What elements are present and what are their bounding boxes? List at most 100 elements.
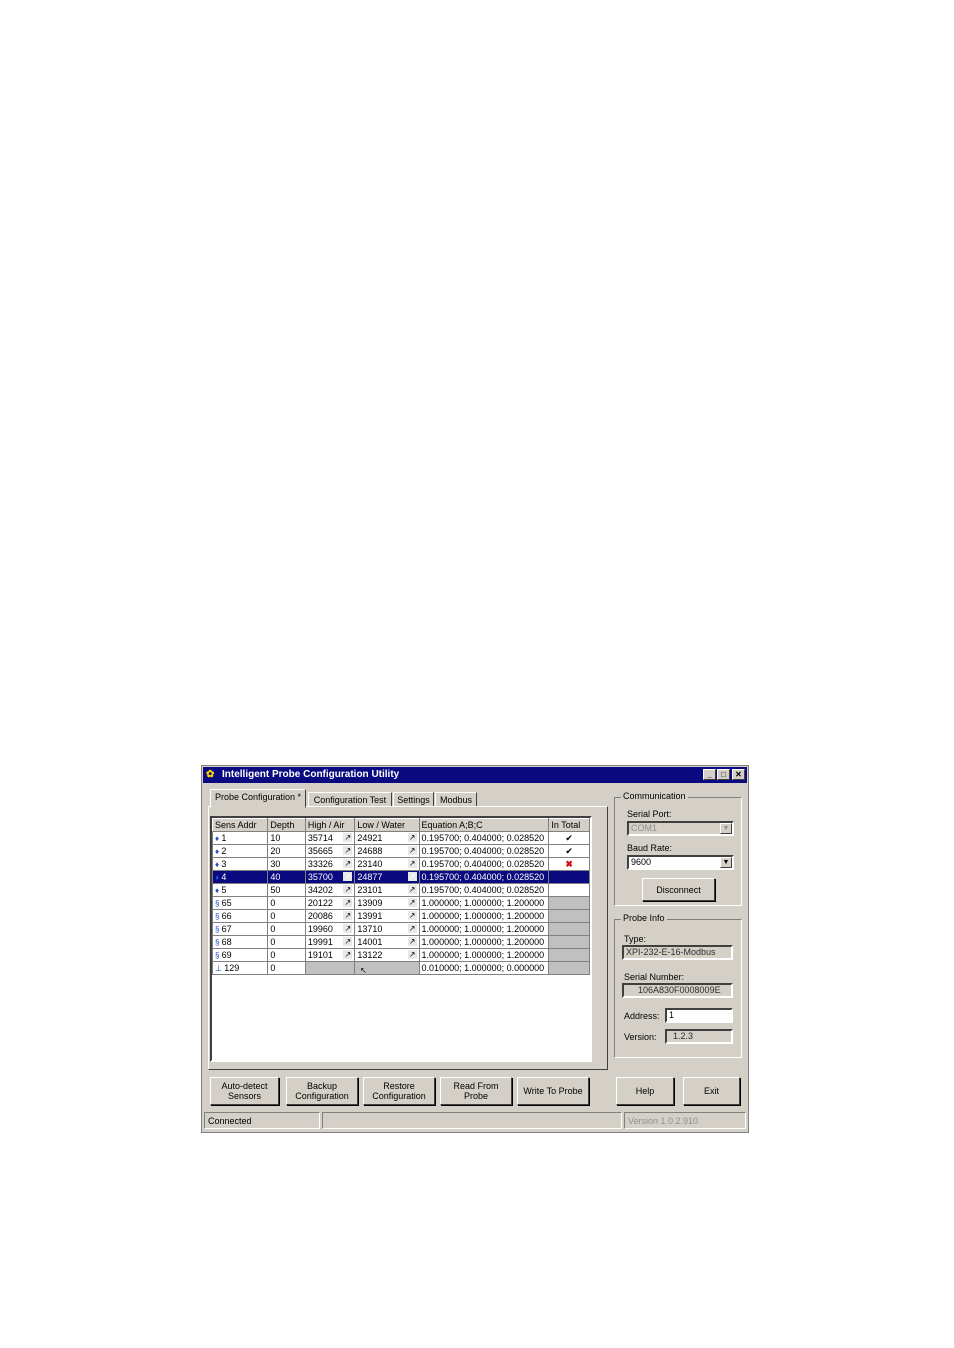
calibrate-icon[interactable]: ↗ xyxy=(343,949,353,959)
cell-high-air[interactable]: ↗ 19101 xyxy=(304,948,356,962)
calibrate-icon[interactable]: ↗ xyxy=(407,936,417,946)
col-low-water[interactable]: Low / Water xyxy=(354,818,420,832)
minimize-button[interactable]: _ xyxy=(703,769,716,780)
serial-port-select[interactable]: COM1 ▼ xyxy=(627,821,734,836)
close-button[interactable]: ✕ xyxy=(732,769,745,780)
cell-in-total[interactable]: ✔ xyxy=(548,831,590,845)
calibrate-icon[interactable]: ↗ xyxy=(407,923,417,933)
table-row[interactable]: § 65 0 ↗ 20122 ↗ 13909 1.000000; 1.000000; 1.2… xyxy=(211,896,590,910)
baud-rate-select[interactable]: 9600 ▼ xyxy=(627,855,734,870)
cell-sens-addr[interactable]: ♦ 4 xyxy=(211,870,269,884)
cell-equation[interactable]: 0.195700; 0.404000; 0.028520 xyxy=(418,883,550,897)
cell-equation[interactable]: 1.000000; 1.000000; 1.200000 xyxy=(418,896,550,910)
table-row[interactable]: ⊥ 129 0 0.010000; 1.000000; 0.000000 xyxy=(211,961,590,975)
calibrate-icon[interactable]: ↗ xyxy=(343,923,353,933)
calibrate-icon[interactable]: ↗ xyxy=(407,858,417,868)
col-in-total[interactable]: In Total xyxy=(548,818,590,832)
col-sens-addr[interactable]: Sens Addr xyxy=(211,818,269,832)
cell-depth[interactable]: 10 xyxy=(267,831,306,845)
cell-in-total[interactable] xyxy=(548,896,590,910)
cell-depth[interactable]: 20 xyxy=(267,844,306,858)
cell-high-air[interactable]: ↗ 20086 xyxy=(304,909,356,923)
table-row[interactable]: ♦ 3 30 ↗ 33326 ↗ 23140 0.195700; 0.404000; 0.0… xyxy=(211,857,590,871)
table-row[interactable]: § 67 0 ↗ 19960 ↗ 13710 1.000000; 1.000000; 1.2… xyxy=(211,922,590,936)
cell-depth[interactable]: 0 xyxy=(267,896,306,910)
cell-sens-addr[interactable]: § 69 xyxy=(211,948,269,962)
calibrate-icon[interactable]: ↗ xyxy=(407,949,417,959)
cell-sens-addr[interactable]: ♦ 1 xyxy=(211,831,269,845)
cell-low-water[interactable]: ↗ 13909 xyxy=(354,896,420,910)
cell-depth[interactable]: 0 xyxy=(267,909,306,923)
address-input[interactable]: 1 xyxy=(665,1008,733,1023)
exit-button[interactable]: Exit xyxy=(683,1077,740,1105)
maximize-button[interactable]: □ xyxy=(717,769,730,780)
cell-in-total[interactable] xyxy=(548,883,590,897)
cell-sens-addr[interactable]: ♦ 5 xyxy=(211,883,269,897)
chevron-down-icon[interactable]: ▼ xyxy=(720,857,732,868)
cell-high-air[interactable]: ↗ 34202 xyxy=(304,883,356,897)
read-from-probe-button[interactable]: Read From Probe xyxy=(440,1077,512,1105)
cell-in-total[interactable] xyxy=(548,922,590,936)
calibrate-icon[interactable]: ↗ xyxy=(343,897,353,907)
col-high-air[interactable]: High / Air xyxy=(304,818,356,832)
calibrate-icon[interactable]: ↗ xyxy=(407,897,417,907)
cell-equation[interactable]: 0.195700; 0.404000; 0.028520 xyxy=(418,831,550,845)
cell-in-total[interactable]: ✔ xyxy=(548,844,590,858)
help-button[interactable]: Help xyxy=(616,1077,674,1105)
calibrate-icon[interactable]: ↗ xyxy=(407,871,417,881)
calibrate-icon[interactable]: ↗ xyxy=(407,845,417,855)
calibrate-icon[interactable]: ↗ xyxy=(343,832,353,842)
cell-in-total[interactable] xyxy=(548,935,590,949)
cell-sens-addr[interactable]: ♦ 3 xyxy=(211,857,269,871)
tab-settings[interactable]: Settings xyxy=(393,792,434,807)
cell-depth[interactable]: 30 xyxy=(267,857,306,871)
calibrate-icon[interactable]: ↗ xyxy=(343,845,353,855)
table-row[interactable]: ♦ 1 10 ↗ 35714 ↗ 24921 0.195700; 0.404000; 0.0… xyxy=(211,831,590,845)
cell-low-water[interactable]: ↗ 13710 xyxy=(354,922,420,936)
col-equation[interactable]: Equation A;B;C xyxy=(418,818,550,832)
cell-high-air[interactable]: ↗ 19960 xyxy=(304,922,356,936)
cell-in-total[interactable] xyxy=(548,909,590,923)
calibrate-icon[interactable]: ↗ xyxy=(343,858,353,868)
cell-sens-addr[interactable]: § 65 xyxy=(211,896,269,910)
sensor-grid[interactable]: Sens Addr Depth High / Air Low / Water E… xyxy=(210,816,592,1062)
table-row[interactable]: ♦ 4 40 ↗ 35700 ↗ 24877 0.195700; 0.404000; 0.0… xyxy=(211,870,590,884)
tab-configuration-test[interactable]: Configuration Test xyxy=(308,792,392,807)
cell-low-water[interactable]: ↗ 14001 xyxy=(354,935,420,949)
table-row[interactable]: ♦ 5 50 ↗ 34202 ↗ 23101 0.195700; 0.404000; 0.0… xyxy=(211,883,590,897)
cell-high-air[interactable]: ↗ 19991 xyxy=(304,935,356,949)
calibrate-icon[interactable]: ↗ xyxy=(343,910,353,920)
cell-depth[interactable]: 0 xyxy=(267,948,306,962)
cell-high-air[interactable]: ↗ 35665 xyxy=(304,844,356,858)
cell-high-air[interactable]: ↗ 35714 xyxy=(304,831,356,845)
cell-sens-addr[interactable]: § 68 xyxy=(211,935,269,949)
col-depth[interactable]: Depth xyxy=(267,818,306,832)
cell-in-total[interactable] xyxy=(548,961,590,975)
cell-high-air[interactable]: ↗ 33326 xyxy=(304,857,356,871)
cell-low-water[interactable]: ↗ 13991 xyxy=(354,909,420,923)
backup-configuration-button[interactable]: Backup Configuration xyxy=(286,1077,358,1105)
tab-probe-configuration[interactable]: Probe Configuration * xyxy=(210,789,306,808)
cell-sens-addr[interactable]: ⊥ 129 xyxy=(211,961,269,975)
calibrate-icon[interactable]: ↗ xyxy=(407,910,417,920)
cell-in-total[interactable]: ✖ xyxy=(548,857,590,871)
table-row[interactable]: § 68 0 ↗ 19991 ↗ 14001 1.000000; 1.000000; 1.2… xyxy=(211,935,590,949)
table-row[interactable]: § 69 0 ↗ 19101 ↗ 13122 1.000000; 1.000000; 1.2… xyxy=(211,948,590,962)
tab-modbus[interactable]: Modbus xyxy=(435,792,477,807)
cell-in-total[interactable] xyxy=(548,948,590,962)
disconnect-button[interactable]: Disconnect xyxy=(642,878,715,901)
table-row[interactable]: ♦ 2 20 ↗ 35665 ↗ 24688 0.195700; 0.404000; 0.0… xyxy=(211,844,590,858)
cell-equation[interactable]: 1.000000; 1.000000; 1.200000 xyxy=(418,909,550,923)
cell-depth[interactable]: 0 xyxy=(267,961,306,975)
cell-equation[interactable]: 0.195700; 0.404000; 0.028520 xyxy=(418,844,550,858)
cell-equation[interactable]: 1.000000; 1.000000; 1.200000 xyxy=(418,922,550,936)
cell-high-air[interactable]: ↗ 20122 xyxy=(304,896,356,910)
cell-depth[interactable]: 50 xyxy=(267,883,306,897)
cell-low-water[interactable]: ↗ 23101 xyxy=(354,883,420,897)
calibrate-icon[interactable]: ↗ xyxy=(343,884,353,894)
restore-configuration-button[interactable]: Restore Configuration xyxy=(363,1077,435,1105)
cell-equation[interactable]: 1.000000; 1.000000; 1.200000 xyxy=(418,948,550,962)
calibrate-icon[interactable]: ↗ xyxy=(343,936,353,946)
write-to-probe-button[interactable]: Write To Probe xyxy=(517,1077,589,1105)
cell-equation[interactable]: 0.195700; 0.404000; 0.028520 xyxy=(418,870,550,884)
